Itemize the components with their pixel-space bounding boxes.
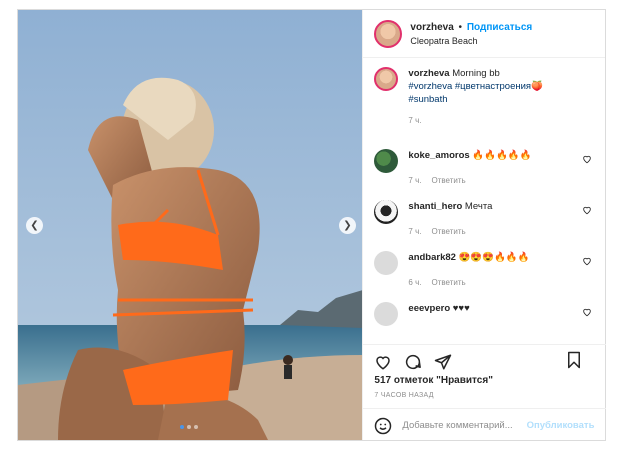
- follow-button[interactable]: Подписаться: [467, 22, 532, 33]
- comment-time: 7 ч.: [408, 176, 422, 185]
- comments-list: vorzheva Morning bb #vorzheva #цветнастр…: [363, 67, 606, 332]
- beach-photo-illustration: [18, 10, 363, 440]
- heart-icon[interactable]: [582, 154, 592, 164]
- reply-button[interactable]: Ответить: [431, 227, 465, 236]
- heart-icon[interactable]: [582, 307, 592, 317]
- avatar[interactable]: [374, 67, 399, 91]
- caption: vorzheva Morning bb #vorzheva #цветнастр…: [363, 67, 606, 149]
- post-photo[interactable]: ❮ ❯: [18, 10, 363, 440]
- instagram-post: ❮ ❯ vorzheva • Подписаться Cleopatra Bea…: [17, 9, 607, 442]
- hashtag-link[interactable]: #vorzheva: [408, 81, 452, 92]
- comment-item: shanti_hero Мечта 7 ч. Ответить: [363, 200, 606, 251]
- comment-input[interactable]: Добавьте комментарий...: [402, 420, 526, 431]
- publish-button[interactable]: Опубликовать: [527, 420, 595, 431]
- avatar[interactable]: [374, 302, 399, 326]
- avatar[interactable]: [374, 149, 399, 173]
- comment-item: andbark82 😍😍😍🔥🔥🔥 6 ч. Ответить: [363, 251, 606, 302]
- reply-button[interactable]: Ответить: [431, 278, 465, 287]
- carousel-indicator: [180, 425, 198, 429]
- avatar[interactable]: [374, 19, 403, 48]
- carousel-dot: [194, 425, 198, 429]
- post-timestamp: 7 ЧАСОВ НАЗАД: [374, 392, 434, 399]
- comment-text: 🔥🔥🔥🔥🔥: [472, 150, 532, 161]
- caption-username[interactable]: vorzheva: [408, 68, 449, 79]
- heart-icon[interactable]: [582, 256, 592, 266]
- reply-button[interactable]: Ответить: [431, 176, 465, 185]
- comment-username[interactable]: eeevpero: [408, 303, 450, 314]
- paper-plane-icon[interactable]: [434, 353, 452, 371]
- comment-text: Мечта: [464, 201, 493, 212]
- avatar[interactable]: [374, 251, 399, 275]
- comment-item: eeevpero ♥♥♥: [363, 302, 606, 332]
- likes-count[interactable]: 517 отметок "Нравится": [363, 375, 606, 386]
- post-sidebar: vorzheva • Подписаться Cleopatra Beach v…: [362, 10, 607, 442]
- avatar[interactable]: [374, 200, 399, 224]
- chevron-right-icon[interactable]: ❯: [339, 217, 356, 234]
- smiley-icon[interactable]: [374, 417, 392, 435]
- carousel-dot: [187, 425, 191, 429]
- username-link[interactable]: vorzheva: [410, 22, 453, 33]
- caption-text: Morning bb: [452, 68, 500, 79]
- comment-username[interactable]: andbark82: [408, 252, 456, 263]
- caption-time: 7 ч.: [408, 116, 422, 125]
- heart-icon[interactable]: [582, 205, 592, 215]
- post-header: vorzheva • Подписаться Cleopatra Beach: [363, 10, 605, 58]
- comment-time: 7 ч.: [408, 227, 422, 236]
- comment-username[interactable]: koke_amoros: [408, 150, 469, 161]
- carousel-dot-active: [180, 425, 184, 429]
- post-actions: 517 отметок "Нравится" 7 ЧАСОВ НАЗАД Доб…: [363, 344, 607, 442]
- add-comment-bar: Добавьте комментарий... Опубликовать: [363, 408, 607, 442]
- separator-dot: •: [458, 21, 463, 33]
- comment-time: 6 ч.: [408, 278, 422, 287]
- comment-text: 😍😍😍🔥🔥🔥: [458, 252, 530, 263]
- heart-icon[interactable]: [374, 353, 392, 371]
- chevron-left-icon[interactable]: ❮: [26, 217, 43, 234]
- comment-item: koke_amoros 🔥🔥🔥🔥🔥 7 ч. Ответить: [363, 149, 606, 200]
- bookmark-icon[interactable]: [566, 351, 582, 369]
- comment-username[interactable]: shanti_hero: [408, 201, 462, 212]
- hashtag-link[interactable]: #sunbath: [408, 94, 447, 105]
- comment-icon[interactable]: [404, 353, 422, 371]
- hashtag-link[interactable]: #цветнастроения🍑: [455, 81, 543, 92]
- comment-text: ♥♥♥: [452, 303, 470, 314]
- location-link[interactable]: Cleopatra Beach: [410, 36, 532, 46]
